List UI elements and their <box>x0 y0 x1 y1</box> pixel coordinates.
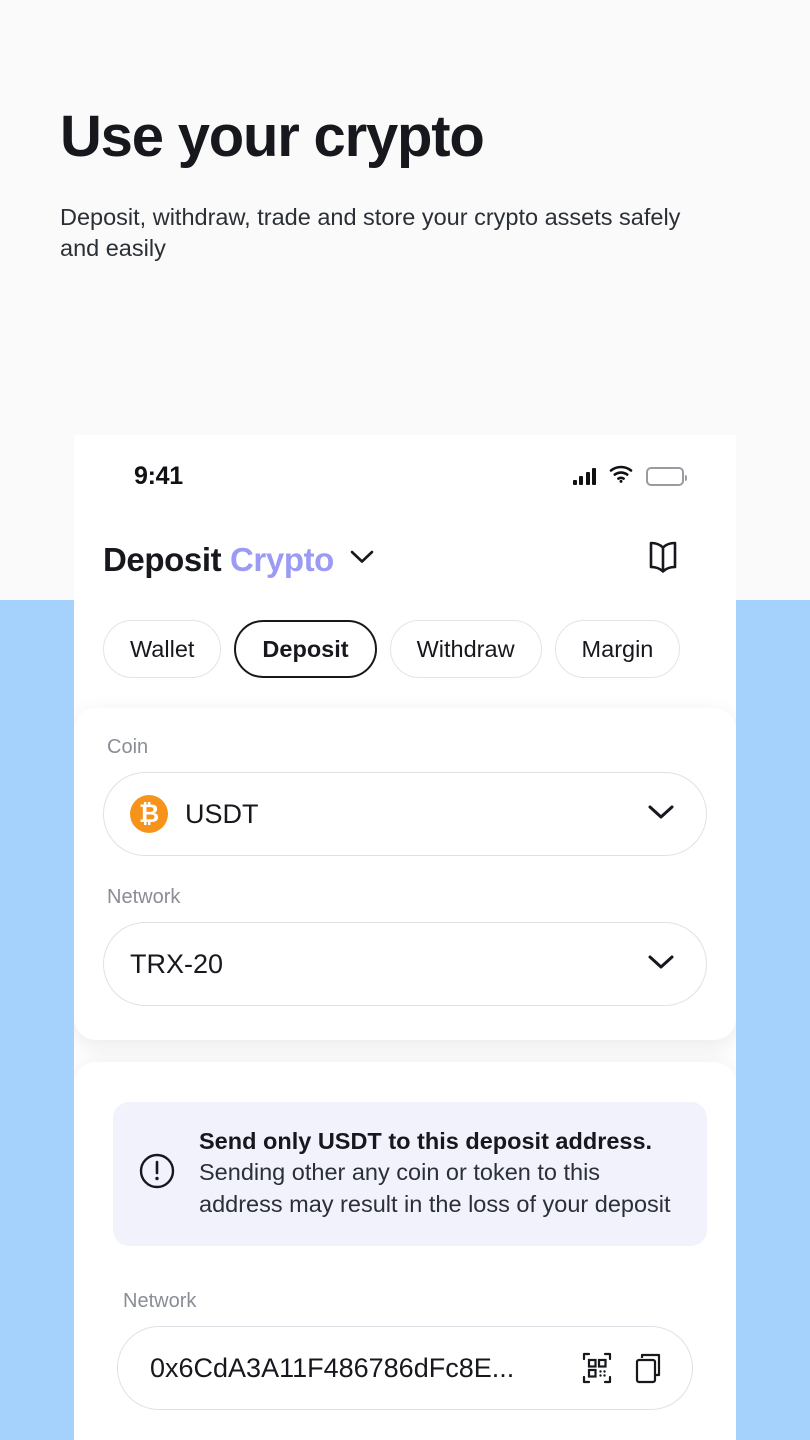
deposit-details-panel: Send only USDT to this deposit address. … <box>74 1062 736 1440</box>
header-title-primary: Deposit <box>103 540 222 578</box>
address-field-label: Network <box>123 1290 197 1313</box>
alert-text: Sending other any coin or token to this … <box>199 1158 671 1217</box>
chevron-down-icon[interactable] <box>646 953 676 976</box>
page-subtitle: Deposit, withdraw, trade and store your … <box>60 204 681 262</box>
tab-deposit[interactable]: Deposit <box>234 620 377 678</box>
deposit-address-value: 0x6CdA3A11F486786dFc8E... <box>150 1352 515 1383</box>
alert-title: Send only USDT to this deposit address. <box>199 1128 653 1154</box>
coin-select[interactable]: ₿ USDT <box>103 772 707 856</box>
page-title: Use your crypto <box>60 104 485 169</box>
deposit-warning-alert: Send only USDT to this deposit address. … <box>113 1102 707 1247</box>
phone-mockup: 9:41 Deposit Crypto Wallet Deposit Withd… <box>74 435 736 1440</box>
alert-body: Send only USDT to this deposit address. … <box>199 1126 683 1220</box>
chevron-down-icon[interactable] <box>646 803 676 826</box>
chevron-down-icon[interactable] <box>349 549 375 570</box>
header-title-accent: Crypto <box>230 540 334 578</box>
app-header: Deposit Crypto <box>74 517 736 582</box>
header-title: Deposit Crypto <box>103 541 334 579</box>
network-select[interactable]: TRX-20 <box>103 922 707 1006</box>
tab-wallet[interactable]: Wallet <box>103 620 222 678</box>
battery-full-icon <box>646 466 687 486</box>
wifi-icon <box>609 465 633 488</box>
tab-bar: Wallet Deposit Withdraw Margin <box>74 582 736 678</box>
hero-section: Use your crypto Deposit, withdraw, trade… <box>60 108 760 265</box>
bitcoin-coin-icon: ₿ <box>130 795 168 833</box>
status-bar-clock: 9:41 <box>134 461 183 490</box>
network-select-value: TRX-20 <box>130 948 224 979</box>
status-bar-icons <box>572 465 687 488</box>
selection-panel: Coin ₿ USDT Network TRX-20 <box>74 708 736 1040</box>
address-field-group: Network 0x6CdA3A11F486786dFc8E... <box>103 1290 707 1411</box>
status-bar: 9:41 <box>74 435 736 517</box>
open-book-icon[interactable] <box>642 537 684 582</box>
network-field-label: Network <box>107 886 181 908</box>
tab-margin[interactable]: Margin <box>554 620 681 678</box>
signal-bars-icon <box>572 467 596 485</box>
header-title-group[interactable]: Deposit Crypto <box>103 541 375 579</box>
tab-withdraw[interactable]: Withdraw <box>389 620 542 678</box>
page-root: Use your crypto Deposit, withdraw, trade… <box>0 0 810 1440</box>
qr-code-icon[interactable] <box>580 1351 614 1385</box>
exclamation-circle-icon <box>137 1151 177 1196</box>
copy-icon[interactable] <box>632 1351 664 1385</box>
coin-field-label: Coin <box>107 736 149 758</box>
deposit-address-field[interactable]: 0x6CdA3A11F486786dFc8E... <box>117 1326 693 1411</box>
coin-select-value: USDT <box>185 798 259 829</box>
